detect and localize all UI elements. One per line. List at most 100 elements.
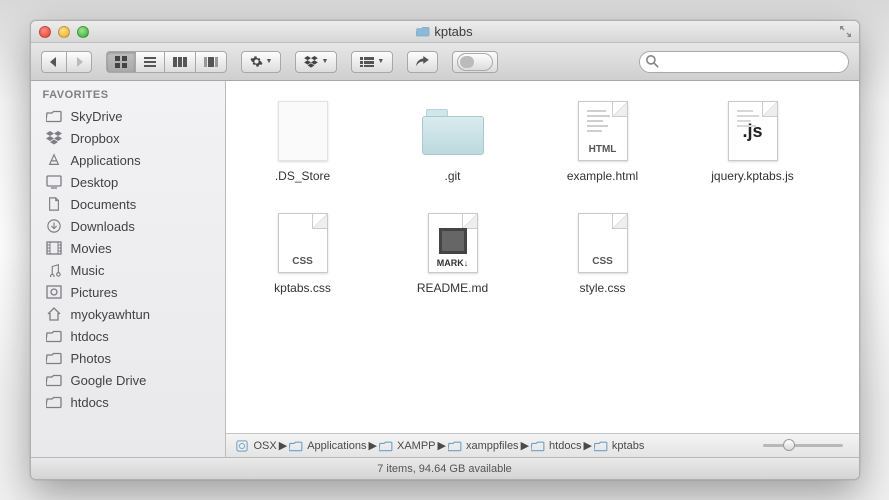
icon-size-slider[interactable] [763,444,843,447]
chevron-right-icon: ▶ [583,439,591,452]
arrange-button[interactable]: ▼ [351,51,393,73]
path-crumb-label: htdocs [549,440,581,452]
sidebar-item-applications[interactable]: Applications [31,149,225,171]
minimize-button[interactable] [58,26,70,38]
back-button[interactable] [41,51,66,73]
path-crumb[interactable]: kptabs [594,440,644,452]
file-item[interactable]: MARK↓ README.md [398,211,508,295]
sidebar-item-label: Google Drive [71,373,147,388]
file-name: kptabs.css [274,281,331,295]
file-item[interactable]: HTML example.html [548,99,658,183]
folder-icon [45,372,63,388]
path-crumb-label: XAMPP [397,440,436,452]
folder-icon [531,440,545,452]
sidebar-item-desktop[interactable]: Desktop [31,171,225,193]
share-icon [416,56,429,67]
sidebar-item-label: Photos [71,351,111,366]
file-item[interactable]: .git [398,99,508,183]
disk-icon [236,440,250,452]
dropbox-menu: ▼ [295,51,337,73]
folder-icon [422,107,484,155]
file-name: style.css [579,281,625,295]
sidebar-item-photos[interactable]: Photos [31,347,225,369]
chevron-right-icon: ▶ [438,439,446,452]
folder-icon [416,26,430,38]
forward-button[interactable] [66,51,92,73]
file-icon: MARK↓ [428,213,478,273]
sidebar-item-myokyawhtun[interactable]: myokyawhtun [31,303,225,325]
pictures-icon [45,284,63,300]
sidebar-item-htdocs[interactable]: htdocs [31,391,225,413]
sidebar-item-label: htdocs [71,329,109,344]
quicklook-toggle[interactable] [452,51,498,73]
path-crumb[interactable]: htdocs [531,440,581,452]
path-crumb-label: xamppfiles [466,440,519,452]
sidebar-item-label: Applications [71,153,141,168]
icon-view-button[interactable] [106,51,135,73]
file-name: example.html [567,169,638,183]
movies-icon [45,240,63,256]
file-item[interactable]: .DS_Store [248,99,358,183]
fullscreen-icon[interactable] [840,26,851,37]
view-mode-buttons [106,51,227,73]
sidebar-item-downloads[interactable]: Downloads [31,215,225,237]
downloads-icon [45,218,63,234]
sidebar-item-label: Desktop [71,175,119,190]
sidebar-item-dropbox[interactable]: Dropbox [31,127,225,149]
music-icon [45,262,63,278]
sidebar-item-pictures[interactable]: Pictures [31,281,225,303]
file-item[interactable]: .jsjquery.kptabs.js [698,99,808,183]
sidebar-item-label: myokyawhtun [71,307,150,322]
sidebar-item-skydrive[interactable]: SkyDrive [31,105,225,127]
file-name: README.md [417,281,488,295]
file-icon: CSS [278,213,328,273]
desktop-icon [45,174,63,190]
sidebar-item-google-drive[interactable]: Google Drive [31,369,225,391]
coverflow-view-button[interactable] [195,51,227,73]
folder-icon [289,440,303,452]
path-crumb-label: kptabs [612,440,644,452]
sidebar-item-music[interactable]: Music [31,259,225,281]
folder-icon [379,440,393,452]
zoom-button[interactable] [77,26,89,38]
path-crumb[interactable]: xamppfiles [448,440,519,452]
files-grid[interactable]: .DS_Store .git HTML example.html .jsjquery.k… [226,81,859,433]
arrange-icon [360,57,374,67]
sidebar-item-documents[interactable]: Documents [31,193,225,215]
traffic-lights [39,26,89,38]
path-bar: OSX▶Applications▶XAMPP▶xamppfiles▶htdocs… [226,433,859,457]
sidebar-item-label: Documents [71,197,137,212]
home-icon [45,306,63,322]
documents-icon [45,196,63,212]
column-view-button[interactable] [164,51,195,73]
file-item[interactable]: CSSstyle.css [548,211,658,295]
path-crumb[interactable]: XAMPP [379,440,436,452]
folder-icon [45,350,63,366]
dropbox-icon [304,56,318,68]
close-button[interactable] [39,26,51,38]
file-name: .git [444,169,460,183]
chevron-right-icon: ▶ [369,439,377,452]
finder-window: kptabs ▼ ▼ [30,20,860,480]
path-crumb-label: Applications [307,440,366,452]
action-button[interactable]: ▼ [241,51,282,73]
nav-buttons [41,51,92,73]
share-button[interactable] [407,51,438,73]
sidebar-header: FAVORITES [31,85,225,105]
file-icon: HTML [578,101,628,161]
toolbar: ▼ ▼ ▼ [31,43,859,81]
list-view-button[interactable] [135,51,164,73]
sidebar-item-htdocs[interactable]: htdocs [31,325,225,347]
status-text: 7 items, 94.64 GB available [377,463,512,475]
sidebar-item-label: SkyDrive [71,109,123,124]
path-crumb[interactable]: Applications [289,440,366,452]
main-area: .DS_Store .git HTML example.html .jsjquery.k… [226,81,859,457]
sidebar-item-movies[interactable]: Movies [31,237,225,259]
file-item[interactable]: CSS kptabs.css [248,211,358,295]
search-field[interactable] [639,51,849,73]
path-crumb[interactable]: OSX [236,440,277,452]
sidebar-item-label: Pictures [71,285,118,300]
folder-icon [45,108,63,124]
dropbox-button[interactable]: ▼ [295,51,337,73]
body: FAVORITES SkyDrive Dropbox Applications Des… [31,81,859,457]
